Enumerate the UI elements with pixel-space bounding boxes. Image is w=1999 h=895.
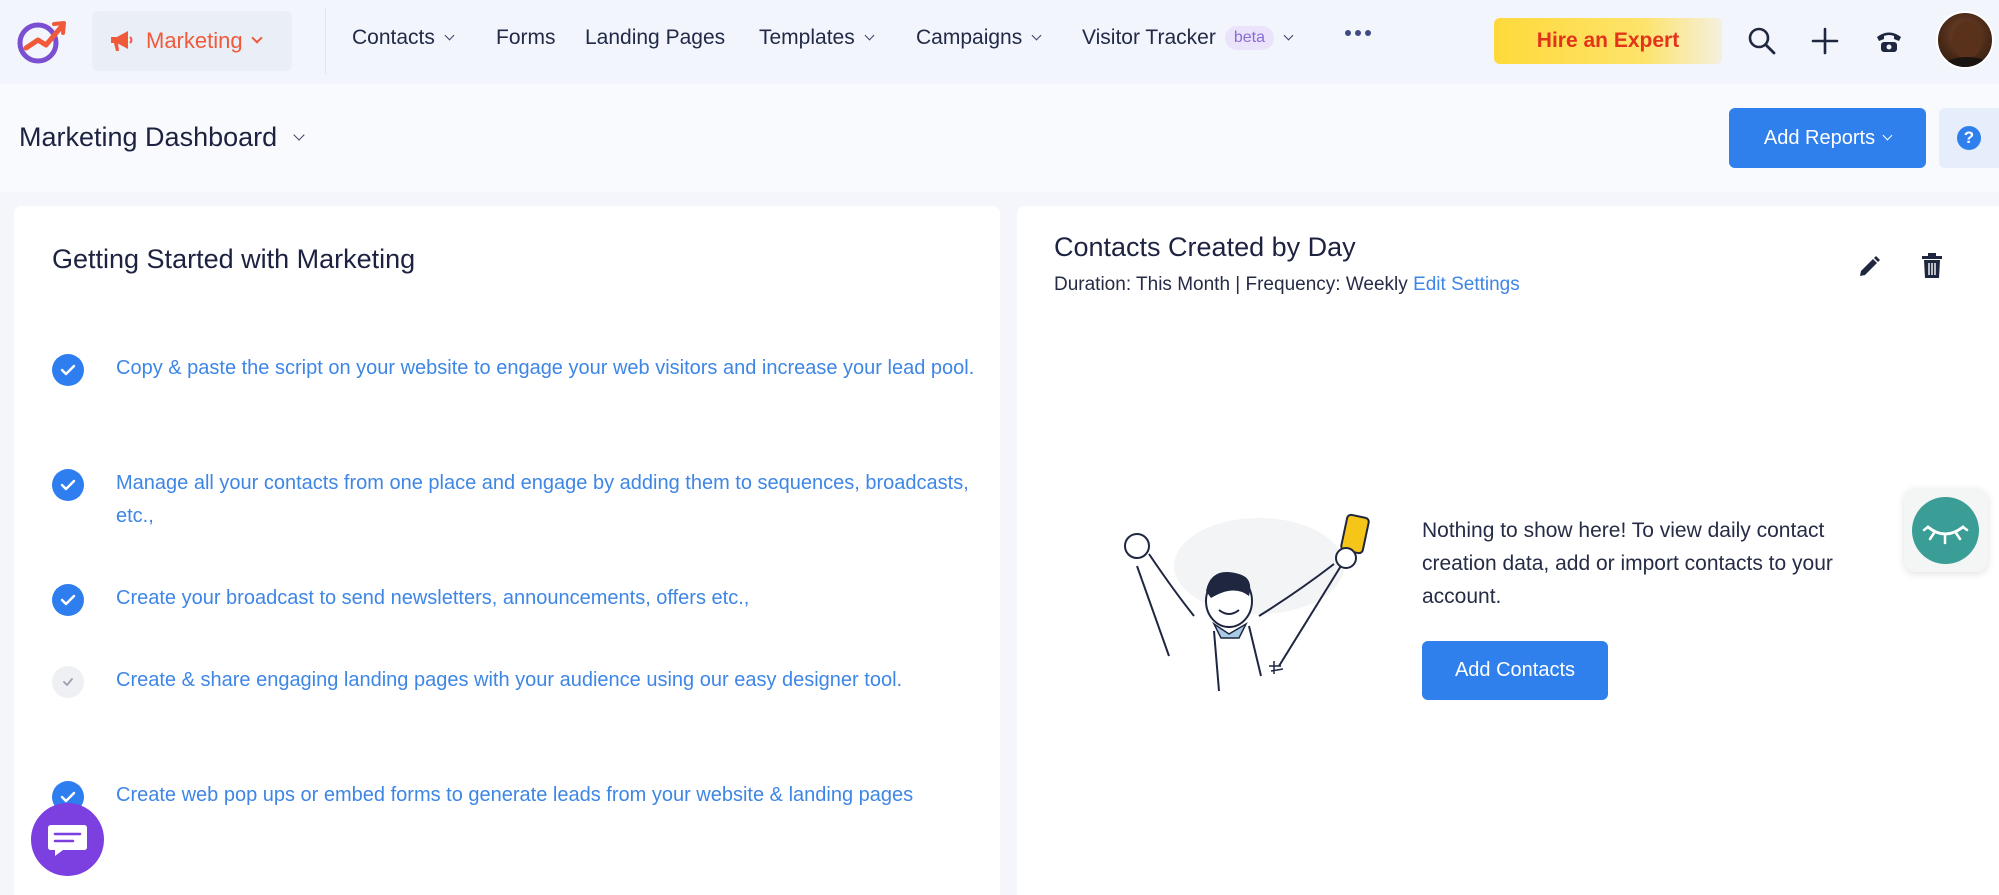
module-switcher[interactable]: Marketing	[92, 11, 292, 71]
task-text[interactable]: Create web pop ups or embed forms to gen…	[116, 779, 976, 812]
task-text[interactable]: Manage all your contacts from one place …	[116, 467, 976, 533]
nav-forms-label: Forms	[496, 26, 556, 49]
checkmark-icon	[52, 469, 84, 501]
nav-landing-pages[interactable]: Landing Pages	[585, 26, 725, 50]
edit-settings-link[interactable]: Edit Settings	[1413, 274, 1520, 295]
report-title: Contacts Created by Day	[1054, 232, 1356, 262]
nav-contacts-label: Contacts	[352, 26, 435, 49]
chevron-down-icon	[293, 128, 305, 141]
getting-started-title: Getting Started with Marketing	[52, 244, 416, 274]
report-duration-frequency: Duration: This Month | Frequency: Weekly	[1054, 274, 1408, 295]
chevron-down-icon	[1283, 30, 1294, 40]
avatar[interactable]	[1936, 11, 1994, 69]
report-settings-line: Duration: This Month | Frequency: Weekly…	[1054, 274, 1520, 296]
add-reports-button[interactable]: Add Reports	[1729, 108, 1926, 168]
page-title: Marketing Dashboard	[19, 122, 278, 152]
nav-campaigns-label: Campaigns	[916, 26, 1023, 49]
plus-icon[interactable]	[1808, 24, 1842, 58]
task-text[interactable]: Create & share engaging landing pages wi…	[116, 664, 976, 697]
chat-bubble-icon	[48, 825, 87, 856]
module-label: Marketing	[146, 28, 243, 53]
megaphone-icon	[111, 31, 133, 51]
chevron-down-icon	[864, 30, 875, 40]
celebration-illustration-icon	[1124, 513, 1370, 692]
nav-forms[interactable]: Forms	[496, 26, 556, 50]
checkmark-pending-icon	[52, 666, 84, 698]
pencil-icon[interactable]	[1856, 254, 1882, 280]
accessibility-widget[interactable]	[1904, 488, 1988, 572]
nav-contacts[interactable]: Contacts	[352, 26, 455, 50]
nav-visitor-tracker[interactable]: Visitor Tracker beta	[1082, 26, 1294, 50]
dashboard-header: Marketing Dashboard Add Reports ?	[0, 84, 1999, 192]
add-contacts-button[interactable]: Add Contacts	[1422, 641, 1608, 700]
nav-templates[interactable]: Templates	[759, 26, 875, 50]
hire-expert-button[interactable]: Hire an Expert	[1494, 18, 1722, 64]
help-button[interactable]: ?	[1939, 108, 1999, 168]
chevron-down-icon	[444, 30, 455, 40]
task-text[interactable]: Copy & paste the script on your website …	[116, 352, 976, 385]
chevron-down-icon	[1031, 30, 1042, 40]
add-reports-label: Add Reports	[1763, 126, 1876, 149]
more-menu-icon[interactable]	[1345, 30, 1371, 36]
nav-templates-label: Templates	[759, 26, 855, 49]
help-icon: ?	[1957, 126, 1981, 150]
contacts-report-card: Contacts Created by Day Duration: This M…	[1017, 206, 1999, 895]
checkmark-icon	[52, 584, 84, 616]
nav-landing-pages-label: Landing Pages	[585, 26, 726, 49]
app-logo-icon[interactable]	[16, 18, 68, 64]
chevron-down-icon	[1882, 130, 1893, 140]
nav-visitor-tracker-label: Visitor Tracker	[1082, 26, 1216, 49]
trash-icon[interactable]	[1920, 252, 1944, 280]
user-photo-icon	[1941, 21, 1992, 67]
closed-eye-icon	[1912, 497, 1979, 564]
nav-campaigns[interactable]: Campaigns	[916, 26, 1042, 50]
top-navigation: Marketing Contacts Forms Landing Pages T…	[0, 0, 1999, 84]
chevron-down-icon	[250, 32, 263, 44]
chat-launcher[interactable]	[31, 803, 104, 876]
dashboard-selector[interactable]: Marketing Dashboard	[19, 122, 305, 153]
beta-badge: beta	[1224, 26, 1274, 50]
empty-state-message: Nothing to show here! To view daily cont…	[1422, 519, 1833, 608]
getting-started-card: Getting Started with Marketing Copy & pa…	[14, 206, 1000, 895]
search-icon[interactable]	[1745, 24, 1779, 58]
phone-icon[interactable]	[1872, 24, 1906, 58]
task-text[interactable]: Create your broadcast to send newsletter…	[116, 582, 976, 615]
nav-divider	[325, 8, 326, 74]
checkmark-icon	[52, 354, 84, 386]
